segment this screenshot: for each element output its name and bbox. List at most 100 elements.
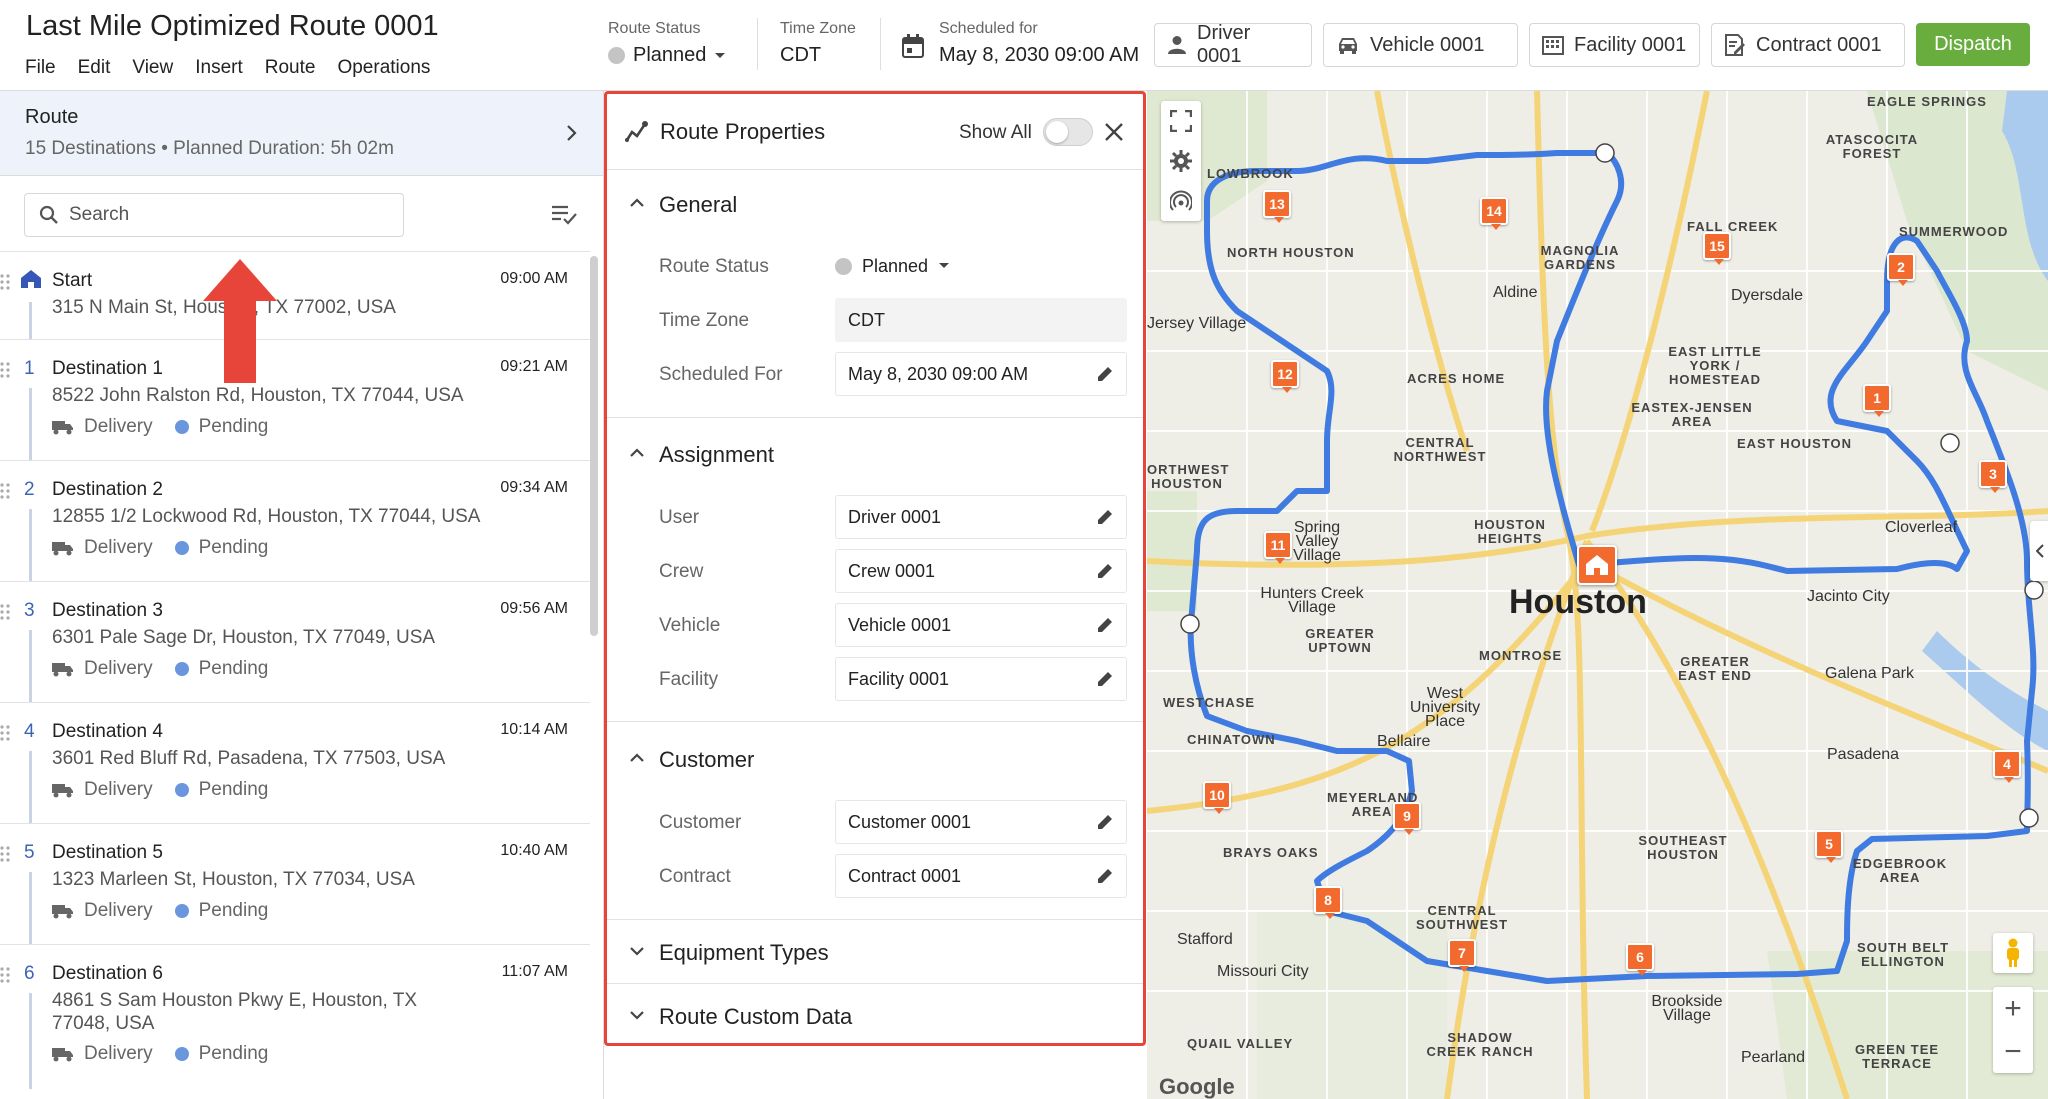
- collapse-panel-tab[interactable]: [2030, 521, 2048, 581]
- route-status-value: Planned: [862, 255, 929, 276]
- driver-button[interactable]: Driver 0001: [1154, 22, 1312, 67]
- start-home-marker[interactable]: [1577, 545, 1617, 585]
- map-marker-12[interactable]: 12: [1271, 360, 1299, 393]
- map-marker-5[interactable]: 5: [1815, 830, 1843, 863]
- menu-route[interactable]: Route: [265, 57, 316, 79]
- map-marker-14[interactable]: 14: [1480, 197, 1508, 230]
- section-title: General: [659, 192, 738, 217]
- drag-handle-icon[interactable]: [0, 362, 10, 378]
- section-title: Route Custom Data: [659, 1004, 853, 1029]
- vehicle-value: Vehicle 0001: [848, 615, 952, 635]
- list-item-destination[interactable]: 4 Destination 4 10:14 AM 3601 Red Bluff …: [0, 702, 590, 824]
- route-status-dropdown[interactable]: Planned: [835, 244, 1127, 288]
- menu-insert[interactable]: Insert: [195, 57, 243, 79]
- section-equipment-toggle[interactable]: Equipment Types: [607, 932, 1143, 972]
- map-label: Lowbrook: [1207, 166, 1294, 181]
- route-title[interactable]: Last Mile Optimized Route 0001: [26, 10, 439, 43]
- sort-list-icon[interactable]: [551, 205, 577, 225]
- list-item-destination[interactable]: 3 Destination 3 09:56 AM 6301 Pale Sage …: [0, 581, 590, 703]
- drag-handle-icon[interactable]: [0, 967, 10, 983]
- map-marker-6[interactable]: 6: [1626, 943, 1654, 976]
- route-summary[interactable]: Route 15 Destinations • Planned Duration…: [0, 91, 603, 176]
- map-marker-13[interactable]: 13: [1263, 190, 1291, 223]
- map-label: East Little York / Homestead: [1668, 344, 1762, 387]
- pencil-icon[interactable]: [1096, 365, 1114, 383]
- pencil-icon[interactable]: [1096, 562, 1114, 580]
- route-status-field[interactable]: Route Status Planned: [608, 20, 726, 67]
- map-marker-15[interactable]: 15: [1703, 232, 1731, 265]
- contract-icon: [1725, 34, 1745, 56]
- vehicle-button[interactable]: Vehicle 0001: [1323, 23, 1518, 67]
- scheduled-field[interactable]: Scheduled for May 8, 2030 09:00 AM: [902, 20, 1139, 67]
- menu-bar: File Edit View Insert Route Operations: [25, 57, 430, 79]
- contract-button[interactable]: Contract 0001: [1711, 23, 1905, 67]
- drag-handle-icon[interactable]: [0, 846, 10, 862]
- stop-address: 8522 John Ralston Rd, Houston, TX 77044,…: [52, 385, 464, 406]
- field-label: Route Status: [659, 256, 769, 277]
- list-item-destination[interactable]: 5 Destination 5 10:40 AM 1323 Marleen St…: [0, 823, 590, 945]
- list-item-destination[interactable]: 2 Destination 2 09:34 AM 12855 1/2 Lockw…: [0, 460, 590, 582]
- menu-view[interactable]: View: [132, 57, 173, 79]
- stop-status: Pending: [198, 900, 269, 921]
- map-marker-7[interactable]: 7: [1448, 939, 1476, 972]
- menu-operations[interactable]: Operations: [337, 57, 430, 79]
- broadcast-icon[interactable]: [1161, 181, 1201, 221]
- menu-edit[interactable]: Edit: [78, 57, 111, 79]
- list-item-start[interactable]: Start 09:00 AM 315 N Main St, Houston, T…: [0, 251, 590, 340]
- driver-button-label: Driver 0001: [1197, 22, 1251, 67]
- menu-file[interactable]: File: [25, 57, 56, 79]
- section-assignment-toggle[interactable]: Assignment: [607, 434, 1143, 474]
- pencil-icon[interactable]: [1096, 867, 1114, 885]
- map-marker-1[interactable]: 1: [1863, 384, 1891, 417]
- search-input[interactable]: Search: [24, 193, 404, 237]
- map-label: North Houston: [1227, 245, 1355, 260]
- scrollbar[interactable]: [590, 256, 598, 636]
- pencil-icon[interactable]: [1096, 813, 1114, 831]
- map-marker-9[interactable]: 9: [1393, 802, 1421, 835]
- stop-time: 11:07 AM: [501, 963, 568, 980]
- drag-handle-icon[interactable]: [0, 725, 10, 741]
- street-view-icon[interactable]: [1993, 933, 2033, 973]
- crew-value: Crew 0001: [848, 561, 936, 581]
- dispatch-button[interactable]: Dispatch: [1916, 23, 2030, 66]
- drag-handle-icon[interactable]: [0, 604, 10, 620]
- stop-name: Destination 3: [52, 600, 163, 621]
- map-marker-3[interactable]: 3: [1979, 460, 2007, 493]
- map-marker-2[interactable]: 2: [1887, 253, 1915, 286]
- drag-handle-icon[interactable]: [0, 274, 10, 290]
- contract-field[interactable]: Contract 0001: [835, 854, 1127, 898]
- map-marker-8[interactable]: 8: [1314, 886, 1342, 919]
- list-item-destination[interactable]: 6 Destination 6 11:07 AM 4861 S Sam Hous…: [0, 944, 590, 1089]
- close-icon[interactable]: [1104, 122, 1124, 142]
- section-customer-toggle[interactable]: Customer: [607, 739, 1143, 779]
- stop-address: 315 N Main St, Houston, TX 77002, USA: [52, 297, 396, 318]
- scheduled-field[interactable]: May 8, 2030 09:00 AM: [835, 352, 1127, 396]
- gear-icon[interactable]: [1161, 141, 1201, 181]
- map-marker-11[interactable]: 11: [1264, 531, 1292, 564]
- customer-field[interactable]: Customer 0001: [835, 800, 1127, 844]
- facility-button[interactable]: Facility 0001: [1529, 23, 1700, 67]
- fullscreen-icon[interactable]: [1161, 101, 1201, 141]
- zoom-in-button[interactable]: +: [1993, 987, 2033, 1030]
- map-label: Aldine: [1493, 284, 1538, 301]
- field-label: Scheduled For: [659, 364, 783, 385]
- pencil-icon[interactable]: [1096, 508, 1114, 526]
- facility-field[interactable]: Facility 0001: [835, 657, 1127, 701]
- pencil-icon[interactable]: [1096, 670, 1114, 688]
- list-item-destination[interactable]: 1 Destination 1 09:21 AM 8522 John Ralst…: [0, 339, 590, 461]
- crew-field[interactable]: Crew 0001: [835, 549, 1127, 593]
- vehicle-field[interactable]: Vehicle 0001: [835, 603, 1127, 647]
- section-custom-data-toggle[interactable]: Route Custom Data: [607, 996, 1143, 1036]
- user-field[interactable]: Driver 0001: [835, 495, 1127, 539]
- map-marker-10[interactable]: 10: [1203, 781, 1231, 814]
- show-all-toggle[interactable]: [1043, 118, 1093, 146]
- route-map[interactable]: Eagle Springs Atascocita Forest Fall Cre…: [1147, 91, 2048, 1099]
- pencil-icon[interactable]: [1096, 616, 1114, 634]
- section-general-toggle[interactable]: General: [607, 184, 1143, 224]
- zoom-out-button[interactable]: −: [1993, 1030, 2033, 1073]
- map-marker-4[interactable]: 4: [1993, 750, 2021, 783]
- header-divider: [880, 18, 881, 70]
- map-label: Chinatown: [1187, 732, 1276, 747]
- stop-type: Delivery: [84, 779, 153, 800]
- drag-handle-icon[interactable]: [0, 483, 10, 499]
